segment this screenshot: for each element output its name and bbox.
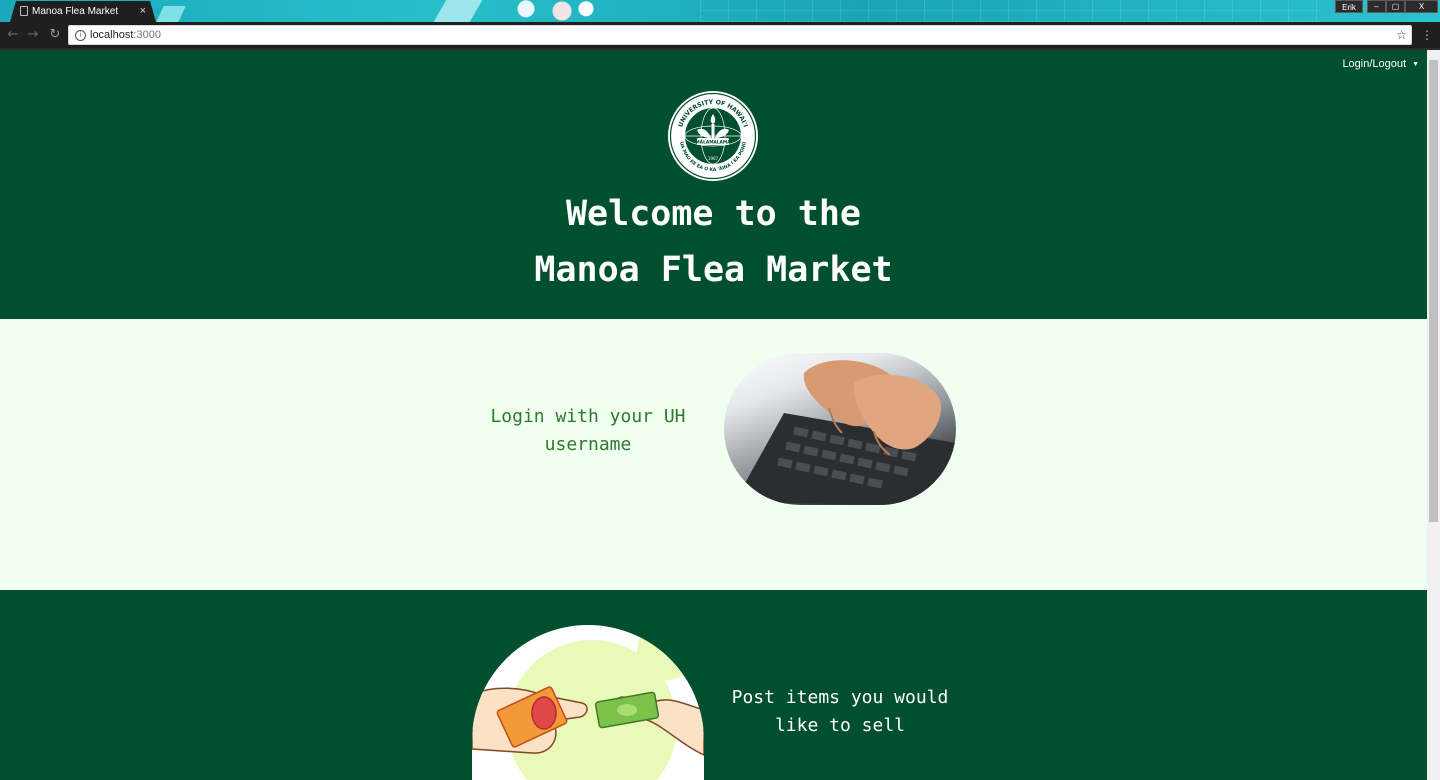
address-bar[interactable]: i localhost:3000 ☆ (68, 25, 1412, 45)
sell-section: Post items you would like to sell (0, 590, 1427, 780)
tab-close-icon[interactable]: × (140, 1, 146, 22)
reload-icon[interactable]: ↻ (46, 26, 64, 44)
title-line-2: Manoa Flea Market (534, 250, 893, 290)
university-seal-logo: UNIVERSITY OF HAWAI'I UA MAU KE EA O KA … (668, 91, 758, 181)
minimize-button[interactable]: – (1367, 0, 1386, 13)
page-title: Welcome to the Manoa Flea Market (0, 186, 1427, 298)
dropdown-caret-icon: ▼ (1412, 60, 1419, 68)
login-logout-dropdown[interactable]: Login/Logout ▼ (1342, 58, 1419, 70)
page-viewport: Login/Logout ▼ UNIVERSITY OF HAWAI'I UA M… (0, 50, 1427, 780)
browser-tab[interactable]: Manoa Flea Market × (10, 1, 156, 22)
login-section: Login with your UH username (0, 319, 1427, 590)
page-icon (20, 6, 28, 16)
browser-toolbar: ← → ↻ i localhost:3000 ☆ ⋮ (0, 22, 1440, 48)
sell-description: Post items you would like to sell (731, 687, 949, 736)
titlebar-decoration (433, 0, 483, 22)
login-description: Login with your UH username (490, 406, 686, 455)
titlebar-decoration (490, 0, 610, 22)
url-text[interactable]: localhost:3000 (90, 26, 161, 44)
hero-section: Login/Logout ▼ UNIVERSITY OF HAWAI'I UA M… (0, 50, 1427, 319)
back-arrow-icon[interactable]: ← (4, 26, 22, 44)
new-tab-button[interactable] (156, 6, 186, 22)
svg-text:MĀLAMALAMA: MĀLAMALAMA (696, 139, 732, 146)
forward-arrow-icon[interactable]: → (24, 26, 42, 44)
browser-menu-icon[interactable]: ⋮ (1421, 26, 1433, 44)
bookmark-star-icon[interactable]: ☆ (1396, 26, 1407, 44)
title-line-1: Welcome to the (565, 194, 861, 234)
info-icon[interactable]: i (75, 30, 86, 41)
typing-keyboard-image (724, 353, 956, 505)
svg-text:1907: 1907 (708, 156, 719, 161)
page-scrollbar[interactable] (1427, 50, 1440, 780)
tab-title: Manoa Flea Market (32, 6, 119, 17)
profile-badge[interactable]: Erik (1335, 0, 1363, 13)
login-logout-label: Login/Logout (1342, 58, 1407, 70)
close-window-button[interactable]: X (1405, 0, 1438, 13)
titlebar-decoration (700, 0, 1320, 22)
maximize-button[interactable]: ▢ (1386, 0, 1405, 13)
url-port: :3000 (133, 29, 161, 41)
window-titlebar: Manoa Flea Market × Erik – ▢ X (0, 0, 1440, 22)
trade-illustration-image (472, 625, 704, 780)
url-host: localhost (90, 29, 134, 41)
scrollbar-thumb[interactable] (1429, 60, 1438, 522)
